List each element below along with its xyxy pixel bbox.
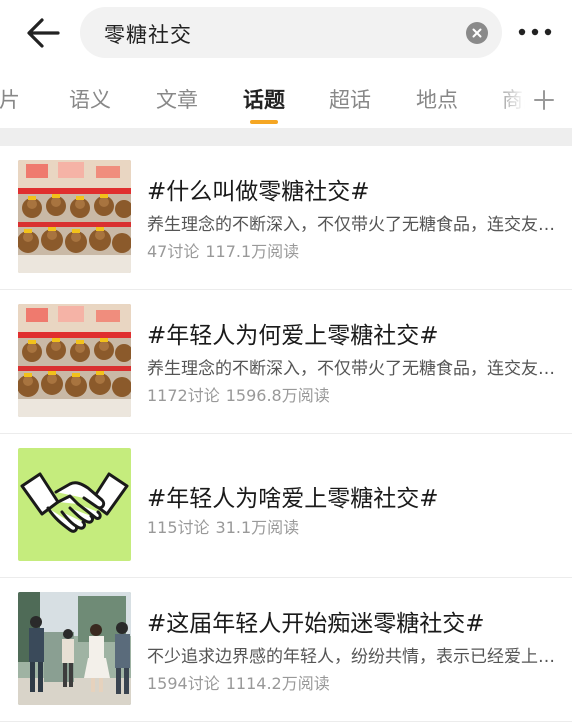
topic-item[interactable]: #年轻人为何爱上零糖社交# 养生理念的不断深入，不仅带火了无糖食品，连交友都开始… [0,290,572,434]
topic-item[interactable]: #这届年轻人开始痴迷零糖社交# 不少追求边界感的年轻人，纷纷共情，表示已经爱上这… [0,578,572,722]
tab-articles[interactable]: 文章 [156,84,198,114]
topic-description: 不少追求边界感的年轻人，纷纷共情，表示已经爱上这种零糖社交 [147,647,555,667]
read-count: 1114.2万阅读 [225,674,330,693]
more-options-icon[interactable] [516,21,554,43]
section-divider [0,128,572,146]
tab-places[interactable]: 地点 [416,84,458,114]
topic-thumbnail-plush-toys [18,160,131,273]
search-input[interactable]: 零糖社交 [80,7,502,58]
discussion-count: 1594讨论 [147,674,220,693]
tab-images[interactable]: 图片 [0,84,20,114]
topic-item[interactable]: #什么叫做零糖社交# 养生理念的不断深入，不仅带火了无糖食品，连交友都开始讲究零… [0,146,572,290]
topic-thumbnail-people-photo [18,592,131,705]
search-query: 零糖社交 [104,23,192,47]
read-count: 31.1万阅读 [215,518,300,537]
topic-thumbnail-plush-toys [18,304,131,417]
topic-thumbnail-handshake [18,448,131,561]
topic-stats: 115讨论 31.1万阅读 [147,514,299,538]
discussion-count: 115讨论 [147,518,210,537]
top-bar: 零糖社交 [0,0,572,66]
active-tab-indicator [250,120,278,124]
topic-list: #什么叫做零糖社交# 养生理念的不断深入，不仅带火了无糖食品，连交友都开始讲究零… [0,146,572,722]
topic-stats: 1594讨论 1114.2万阅读 [147,670,330,694]
discussion-count: 47讨论 [147,242,200,261]
tab-topics[interactable]: 话题 [243,84,285,114]
read-count: 117.1万阅读 [205,242,300,261]
topic-title: #什么叫做零糖社交# [147,179,370,205]
topic-item[interactable]: #年轻人为啥爱上零糖社交# 115讨论 31.1万阅读 [0,434,572,578]
search-category-tabs: 图片 语义 文章 话题 超话 地点 商品 [0,72,572,128]
topic-description: 养生理念的不断深入，不仅带火了无糖食品，连交友都开始讲究零糖了 [147,359,555,379]
tab-semantic[interactable]: 语义 [69,84,111,114]
add-tab-icon[interactable] [532,88,556,112]
topic-description: 养生理念的不断深入，不仅带火了无糖食品，连交友都开始讲究零糖了 [147,215,555,235]
clear-search-icon[interactable] [466,22,488,44]
topic-stats: 1172讨论 1596.8万阅读 [147,382,330,406]
discussion-count: 1172讨论 [147,386,220,405]
back-arrow-icon[interactable] [22,14,66,52]
topic-title: #年轻人为何爱上零糖社交# [147,323,439,349]
topic-title: #这届年轻人开始痴迷零糖社交# [147,611,485,637]
topic-stats: 47讨论 117.1万阅读 [147,238,299,262]
tab-super-topics[interactable]: 超话 [329,84,371,114]
topic-title: #年轻人为啥爱上零糖社交# [147,486,439,512]
read-count: 1596.8万阅读 [225,386,330,405]
